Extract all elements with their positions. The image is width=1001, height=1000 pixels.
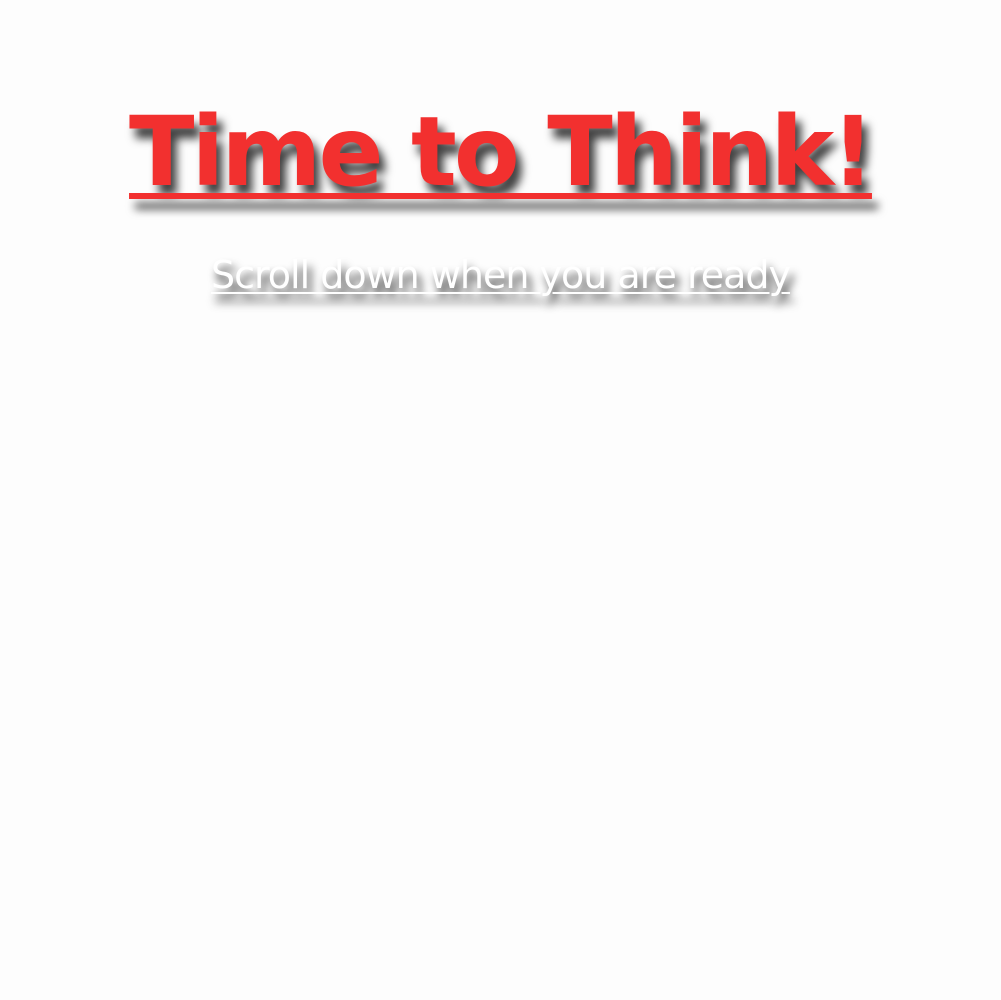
page-title: Time to Think! xyxy=(129,96,875,208)
scroll-prompt-link[interactable]: Scroll down when you are ready xyxy=(211,250,791,300)
hero-section: Time to Think! xyxy=(0,92,1001,212)
subtitle-section: Scroll down when you are ready xyxy=(0,250,1001,300)
page: Time to Think! Scroll down when you are … xyxy=(0,0,1001,1000)
